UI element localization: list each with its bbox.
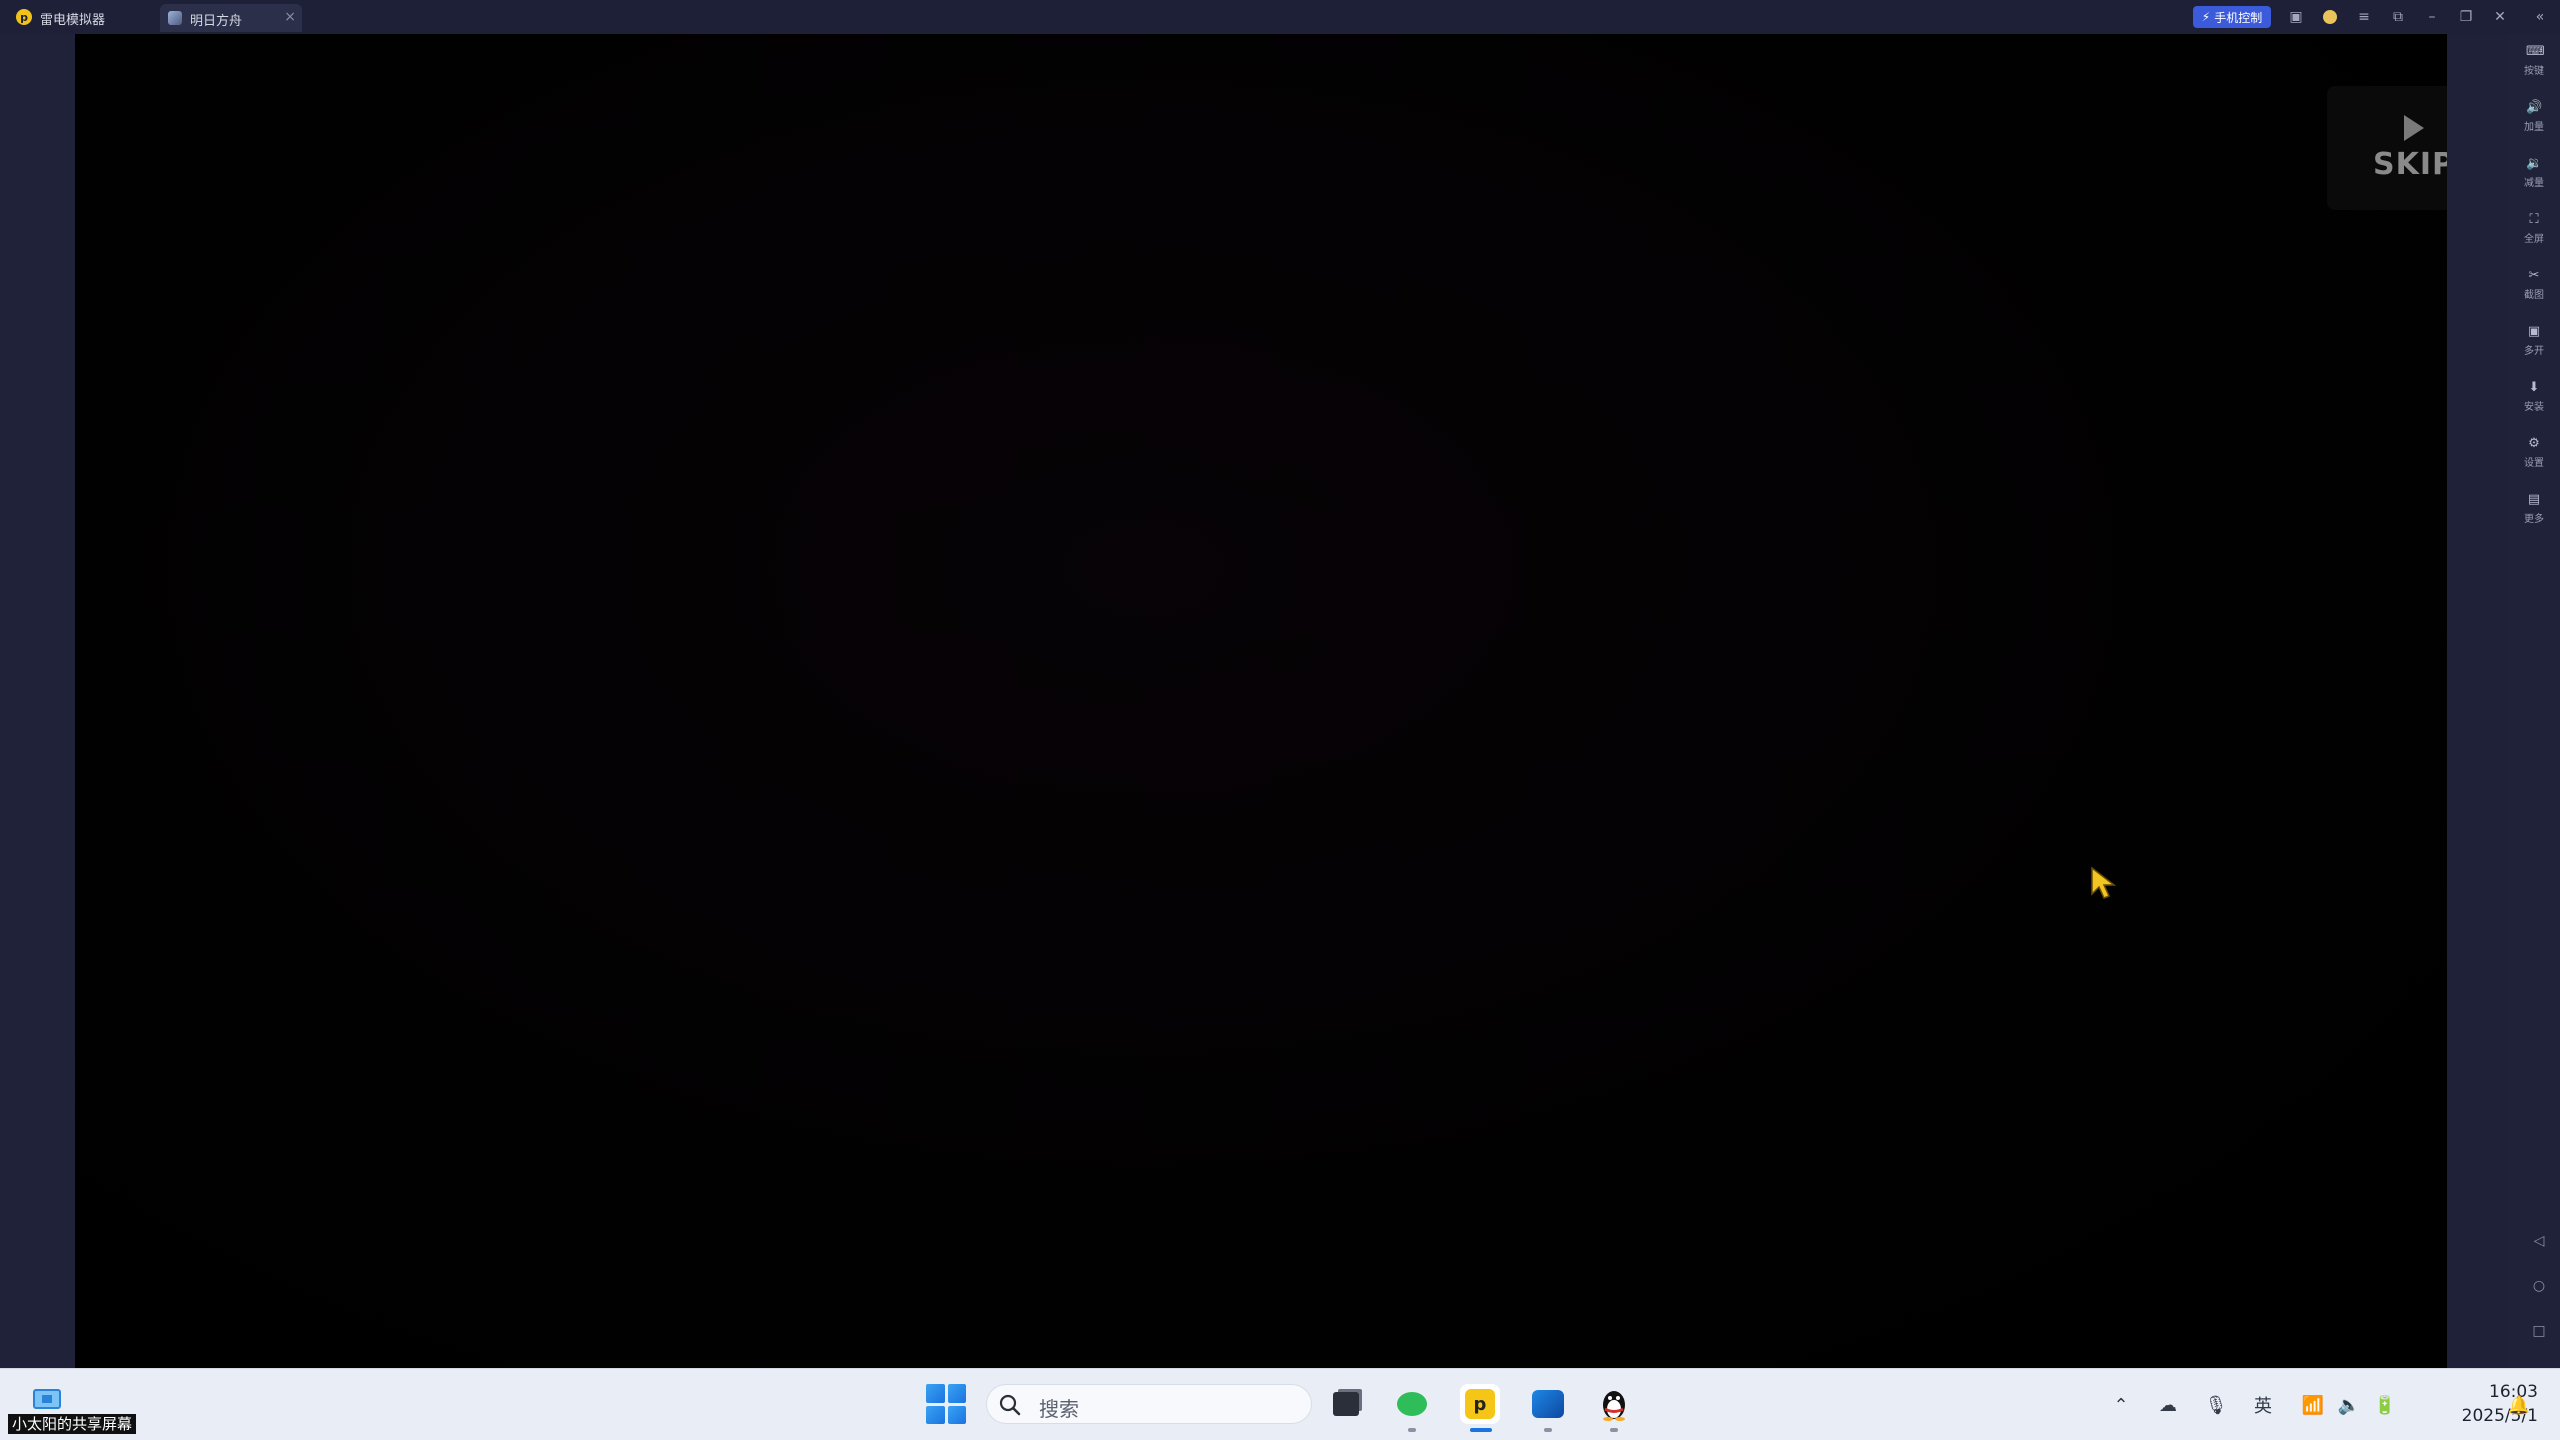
screen: p 雷电模拟器 明日方舟 × ⚡ 手机控制 ▣ ≡ ⧉ – ❐ ✕ « SKIP	[0, 0, 2560, 1440]
install-icon: ⬇	[2528, 380, 2540, 395]
tab-arknights[interactable]: 明日方舟 ×	[160, 4, 302, 32]
sidebar-item-settings[interactable]: ⚙ 设置	[2508, 428, 2560, 478]
sidebar-item-more[interactable]: ▤ 更多	[2508, 484, 2560, 534]
tab-close-icon[interactable]: ×	[284, 9, 296, 25]
microphone-icon[interactable]: 🎙	[2203, 1392, 2229, 1418]
sidebar-item-fullscreen[interactable]: ⛶ 全屏	[2508, 204, 2560, 254]
windows-start-icon[interactable]	[926, 1384, 966, 1424]
sidebar-item-volume-down[interactable]: 🔉 减量	[2508, 148, 2560, 198]
volume-down-icon: 🔉	[2526, 156, 2543, 171]
qq-penguin-icon[interactable]	[1594, 1384, 1634, 1424]
keyboard-icon: ⌨	[2526, 44, 2545, 59]
scissors-icon: ✂	[2528, 268, 2540, 283]
ime-indicator[interactable]: 英	[2250, 1392, 2276, 1418]
play-icon	[2404, 114, 2424, 141]
collapse-sidebar-icon[interactable]: «	[2530, 7, 2550, 27]
wechat-running-indicator	[1408, 1428, 1416, 1432]
minimize-icon[interactable]: –	[2422, 7, 2442, 27]
wechat-icon[interactable]	[1392, 1384, 1432, 1424]
sidebar-item-keymap[interactable]: ⌨ 按键	[2508, 36, 2560, 86]
menu-icon[interactable]: ≡	[2354, 7, 2374, 27]
mouse-cursor-icon	[2091, 866, 2117, 899]
ldplayer-taskbar-icon[interactable]: p	[1460, 1384, 1500, 1424]
more-icon: ▤	[2527, 492, 2541, 507]
ldplayer-active-indicator	[1470, 1428, 1492, 1432]
sidebar-item-volume-up[interactable]: 🔊 加量	[2508, 92, 2560, 142]
chevron-up-icon[interactable]: ⌃	[2108, 1392, 2134, 1418]
task-view-icon[interactable]	[1326, 1384, 1366, 1424]
skip-button[interactable]: SKIP	[2327, 86, 2447, 210]
arknights-app-icon	[168, 11, 182, 25]
left-gutter	[0, 34, 75, 1368]
android-back-icon[interactable]: ◁	[2530, 1232, 2548, 1250]
photos-running-indicator	[1544, 1428, 1552, 1432]
android-home-icon[interactable]: ○	[2530, 1277, 2548, 1295]
screen-share-icon[interactable]	[30, 1386, 64, 1412]
volume-up-icon: 🔊	[2526, 100, 2543, 115]
search-icon	[999, 1394, 1021, 1416]
mobile-control-button[interactable]: ⚡ 手机控制	[2193, 6, 2271, 28]
game-viewport[interactable]: SKIP	[75, 34, 2447, 1368]
sidebar-item-install[interactable]: ⬇ 安装	[2508, 372, 2560, 422]
sidebar-item-screenshot[interactable]: ✂ 截图	[2508, 260, 2560, 310]
avatar[interactable]	[2320, 7, 2340, 27]
skip-label: SKIP	[2372, 146, 2447, 182]
close-icon[interactable]: ✕	[2490, 7, 2510, 27]
emulator-titlebar: p 雷电模拟器 明日方舟 × ⚡ 手机控制 ▣ ≡ ⧉ – ❐ ✕ «	[0, 0, 2560, 34]
app-title: 雷电模拟器	[40, 13, 106, 28]
cloud-icon[interactable]: ☁	[2155, 1392, 2181, 1418]
ldplayer-logo-icon: p	[16, 9, 32, 25]
wifi-icon[interactable]: 📶	[2300, 1392, 2326, 1418]
lightning-icon: ⚡	[2201, 10, 2211, 24]
screen-share-label: 小太阳的共享屏幕	[8, 1414, 137, 1434]
photos-app-icon[interactable]	[1528, 1384, 1568, 1424]
notification-bell-icon[interactable]: 🔔	[2506, 1392, 2532, 1418]
sidebar-item-multi-instance[interactable]: ▣ 多开	[2508, 316, 2560, 366]
battery-icon[interactable]: 🔋	[2372, 1392, 2398, 1418]
multi-instance-icon: ▣	[2527, 324, 2541, 339]
qq-running-indicator	[1610, 1428, 1618, 1432]
mobile-control-label: 手机控制	[2214, 10, 2263, 25]
tab-label: 明日方舟	[190, 14, 243, 29]
fullscreen-icon: ⛶	[2529, 212, 2539, 227]
speaker-icon[interactable]: 🔈	[2336, 1392, 2362, 1418]
gear-icon: ⚙	[2528, 436, 2540, 451]
emulator-right-toolbar: ⌨ 按键 🔊 加量 🔉 减量 ⛶ 全屏 ✂ 截图 ▣ 多开 ⬇ 安装 ⚙ 设置 …	[2508, 34, 2560, 1368]
taskbar-search-input[interactable]: 搜索	[986, 1384, 1312, 1424]
restore-icon[interactable]: ❐	[2456, 7, 2476, 27]
search-placeholder: 搜索	[1039, 1397, 1079, 1421]
pin-icon[interactable]: ⧉	[2388, 7, 2408, 27]
window-layout-icon[interactable]: ▣	[2286, 7, 2306, 27]
android-recents-icon[interactable]: □	[2530, 1322, 2548, 1340]
